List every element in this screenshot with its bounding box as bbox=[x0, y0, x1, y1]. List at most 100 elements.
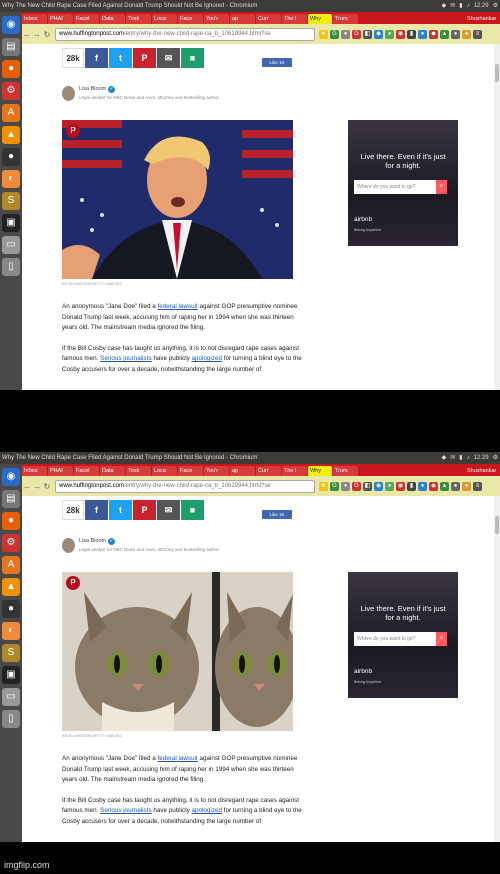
extension-icon[interactable]: ▲ bbox=[440, 29, 449, 39]
extension-icon[interactable]: G bbox=[352, 481, 361, 491]
tab-phai[interactable]: PHAI bbox=[48, 466, 73, 476]
reload-icon[interactable]: ↻ bbox=[42, 482, 52, 491]
tab-face[interactable]: Face bbox=[178, 466, 203, 476]
tab-the-i[interactable]: The I bbox=[282, 466, 307, 476]
facebook-like-button[interactable]: Like 1K bbox=[262, 510, 292, 519]
profile-name[interactable]: Shushankar bbox=[465, 14, 499, 24]
ad-search-input[interactable]: Where do you want to go? bbox=[354, 632, 436, 646]
drive-icon[interactable]: ▭ bbox=[2, 236, 20, 254]
settings-gear-icon[interactable]: ⚙ bbox=[493, 452, 498, 464]
extension-icon[interactable]: ◆ bbox=[429, 481, 438, 491]
pidgin-icon[interactable]: ● bbox=[2, 600, 20, 618]
app-icon[interactable]: ◐ bbox=[2, 170, 20, 188]
extension-icon[interactable]: ◉ bbox=[396, 29, 405, 39]
settings-gear-icon[interactable]: ⚙ bbox=[493, 0, 498, 12]
scrollbar-thumb[interactable] bbox=[495, 64, 499, 82]
bookmark-star-icon[interactable]: ★ bbox=[319, 29, 328, 39]
settings-icon[interactable]: ⚙ bbox=[2, 534, 20, 552]
apologized-link[interactable]: apologized bbox=[192, 807, 222, 814]
serious-journalists-link[interactable]: Serious journalists bbox=[100, 355, 151, 362]
extension-icon[interactable]: ● bbox=[385, 481, 394, 491]
profile-name[interactable]: Shushankar bbox=[465, 466, 499, 476]
tab-facel[interactable]: Facel bbox=[74, 14, 99, 24]
extension-icon[interactable]: ▮ bbox=[407, 481, 416, 491]
extension-icon[interactable]: ● bbox=[451, 29, 460, 39]
terminal-icon[interactable]: ▣ bbox=[2, 666, 20, 684]
address-bar[interactable]: www.huffingtonpost.com/entry/why-the-new… bbox=[55, 479, 315, 493]
twitter-share-button[interactable]: t bbox=[109, 48, 132, 68]
tab-data[interactable]: Data bbox=[100, 466, 125, 476]
app-icon[interactable]: ◐ bbox=[2, 622, 20, 640]
extension-icon[interactable]: ▮ bbox=[407, 29, 416, 39]
pinterest-share-button[interactable]: P bbox=[133, 500, 156, 520]
sublime-icon[interactable]: S bbox=[2, 644, 20, 662]
author-avatar[interactable] bbox=[62, 86, 75, 101]
firefox-icon[interactable]: ● bbox=[2, 60, 20, 78]
volume-icon[interactable]: ♪ bbox=[467, 452, 470, 464]
extension-icon[interactable]: ◧ bbox=[363, 29, 372, 39]
extension-icon[interactable]: ● bbox=[462, 481, 471, 491]
email-share-button[interactable]: ✉ bbox=[157, 48, 180, 68]
twitter-share-button[interactable]: t bbox=[109, 500, 132, 520]
pinterest-share-button[interactable]: P bbox=[133, 48, 156, 68]
extension-icon[interactable]: ▲ bbox=[440, 481, 449, 491]
tab-inbox[interactable]: Inbox bbox=[22, 14, 47, 24]
facebook-like-button[interactable]: Like 1K bbox=[262, 58, 292, 67]
pinterest-pin-icon[interactable]: P bbox=[66, 124, 80, 138]
tab-inbox[interactable]: Inbox bbox=[22, 466, 47, 476]
tab-why[interactable]: Why bbox=[308, 466, 332, 476]
email-share-button[interactable]: ✉ bbox=[157, 500, 180, 520]
serious-journalists-link[interactable]: Serious journalists bbox=[100, 807, 151, 814]
extension-icon[interactable]: G bbox=[352, 29, 361, 39]
menu-icon[interactable]: ≡ bbox=[473, 481, 482, 491]
address-bar[interactable]: www.huffingtonpost.com/entry/why-the-new… bbox=[55, 27, 315, 41]
airbnb-ad[interactable]: Live there. Even if it's just for a night… bbox=[348, 120, 458, 246]
clock[interactable]: 12:29 bbox=[474, 0, 489, 12]
author-name[interactable]: Lisa Bloom bbox=[79, 538, 106, 544]
sublime-icon[interactable]: S bbox=[2, 192, 20, 210]
extension-icon[interactable]: ● bbox=[451, 481, 460, 491]
drive-icon[interactable]: ▭ bbox=[2, 688, 20, 706]
tab-why[interactable]: Why bbox=[308, 14, 332, 24]
airbnb-ad[interactable]: Live there. Even if it's just for a night… bbox=[348, 572, 458, 698]
tab-trum[interactable]: Trum bbox=[333, 466, 358, 476]
extension-icon[interactable]: ● bbox=[462, 29, 471, 39]
terminal-icon[interactable]: ▣ bbox=[2, 214, 20, 232]
tab-ap[interactable]: ap bbox=[230, 466, 255, 476]
federal-lawsuit-link[interactable]: federal lawsuit bbox=[157, 755, 197, 762]
page-scrollbar[interactable] bbox=[494, 44, 500, 390]
tab-ap[interactable]: ap bbox=[230, 14, 255, 24]
apologized-link[interactable]: apologized bbox=[192, 355, 222, 362]
bookmark-star-icon[interactable]: ★ bbox=[319, 481, 328, 491]
federal-lawsuit-link[interactable]: federal lawsuit bbox=[157, 303, 197, 310]
clock[interactable]: 12:29 bbox=[474, 452, 489, 464]
forward-icon[interactable]: → bbox=[32, 30, 42, 39]
firefox-icon[interactable]: ● bbox=[2, 512, 20, 530]
author-name[interactable]: Lisa Bloom bbox=[79, 86, 106, 92]
extension-icon[interactable]: ● bbox=[385, 29, 394, 39]
settings-icon[interactable]: ⚙ bbox=[2, 82, 20, 100]
facebook-share-button[interactable]: f bbox=[85, 500, 108, 520]
trash-icon[interactable]: ▯ bbox=[2, 710, 20, 728]
battery-icon[interactable]: ▮ bbox=[459, 452, 462, 464]
extension-icon[interactable]: ● bbox=[418, 29, 427, 39]
pidgin-icon[interactable]: ● bbox=[2, 148, 20, 166]
extension-icon[interactable]: ◆ bbox=[374, 481, 383, 491]
tab-loca[interactable]: Loca bbox=[152, 466, 177, 476]
volume-icon[interactable]: ♪ bbox=[467, 0, 470, 12]
tab-testi[interactable]: Testi bbox=[126, 466, 151, 476]
files-icon[interactable]: ▤ bbox=[2, 38, 20, 56]
extension-icon[interactable]: ◧ bbox=[363, 481, 372, 491]
extension-icon[interactable]: ◉ bbox=[396, 481, 405, 491]
battery-icon[interactable]: ▮ bbox=[459, 0, 462, 12]
software-center-icon[interactable]: A bbox=[2, 556, 20, 574]
tab-face[interactable]: Face bbox=[178, 14, 203, 24]
back-icon[interactable]: ← bbox=[22, 482, 32, 491]
tab-data[interactable]: Data bbox=[100, 14, 125, 24]
extension-icon[interactable]: ◆ bbox=[374, 29, 383, 39]
page-scrollbar[interactable] bbox=[494, 496, 500, 842]
tab-testi[interactable]: Testi bbox=[126, 14, 151, 24]
comments-button[interactable]: ■ bbox=[181, 500, 204, 520]
tab-curr[interactable]: Curr bbox=[256, 466, 281, 476]
tab-curr[interactable]: Curr bbox=[256, 14, 281, 24]
